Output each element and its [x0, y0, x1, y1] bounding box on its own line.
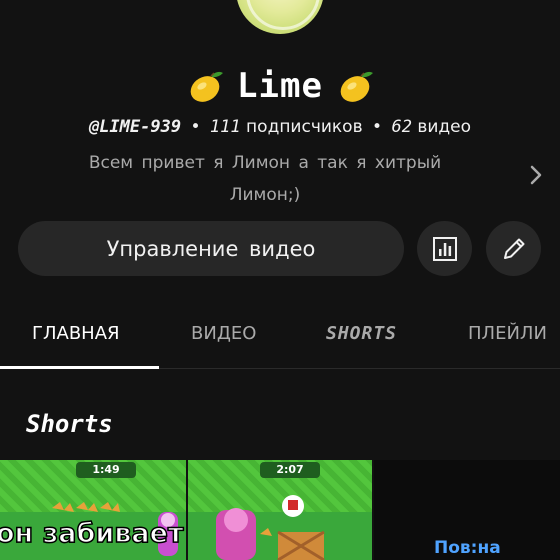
meta-separator: • — [190, 117, 201, 137]
lemon-icon — [340, 71, 373, 102]
avatar-ring — [246, 0, 320, 30]
analytics-button[interactable] — [417, 221, 472, 276]
description-line: Всем привет я Лимон а так я хитрый — [88, 153, 442, 173]
channel-meta: @LIME-939 • 111 подписчиков • 62 видео — [0, 117, 560, 137]
game-timer: 1:49 — [76, 462, 136, 478]
channel-description[interactable]: Всем привет я Лимон а так я хитрый Лимон… — [30, 147, 500, 211]
tab-shorts[interactable]: SHORTS — [326, 300, 397, 368]
short-thumbnail[interactable]: 1:49 он забивает — [0, 460, 186, 560]
thumbnail-overlay-text: он забивает — [0, 517, 184, 550]
channel-name: Lime — [237, 66, 323, 106]
subscribers-label: подписчиков — [246, 117, 363, 137]
videos-count: 62 — [391, 117, 412, 137]
pencil-icon — [503, 238, 524, 259]
short-thumbnail[interactable]: 2:07 — [188, 460, 372, 560]
short-thumbnail[interactable]: Пов:на — [374, 460, 560, 560]
tab-videos[interactable]: ВИДЕО — [191, 300, 256, 368]
brawler-scene — [216, 495, 325, 560]
active-tab-indicator — [0, 366, 159, 369]
chevron-right-icon[interactable] — [522, 160, 550, 190]
videos-label: видео — [417, 117, 472, 137]
edit-channel-button[interactable] — [486, 221, 541, 276]
channel-title: Lime — [0, 58, 560, 114]
tab-playlists[interactable]: ПЛЕЙЛИ — [468, 300, 547, 368]
manage-videos-button[interactable]: Управление видео — [18, 221, 404, 276]
tab-home[interactable]: ГЛАВНАЯ — [32, 300, 120, 368]
meta-separator: • — [372, 117, 383, 137]
channel-tabs: ГЛАВНАЯ ВИДЕО SHORTS ПЛЕЙЛИ — [0, 300, 560, 369]
lemon-icon — [190, 71, 224, 102]
thumbnail-overlay-text: Пов:на — [434, 538, 501, 558]
shorts-section-title: Shorts — [26, 410, 113, 438]
subscribers-count: 111 — [209, 117, 241, 137]
bar-chart-icon — [432, 236, 457, 261]
description-line: Лимон;) — [229, 185, 301, 205]
game-timer: 2:07 — [260, 462, 320, 478]
channel-handle: @LIME-939 — [88, 117, 182, 137]
channel-avatar[interactable] — [236, 0, 324, 34]
bushes-graphic — [52, 502, 120, 512]
